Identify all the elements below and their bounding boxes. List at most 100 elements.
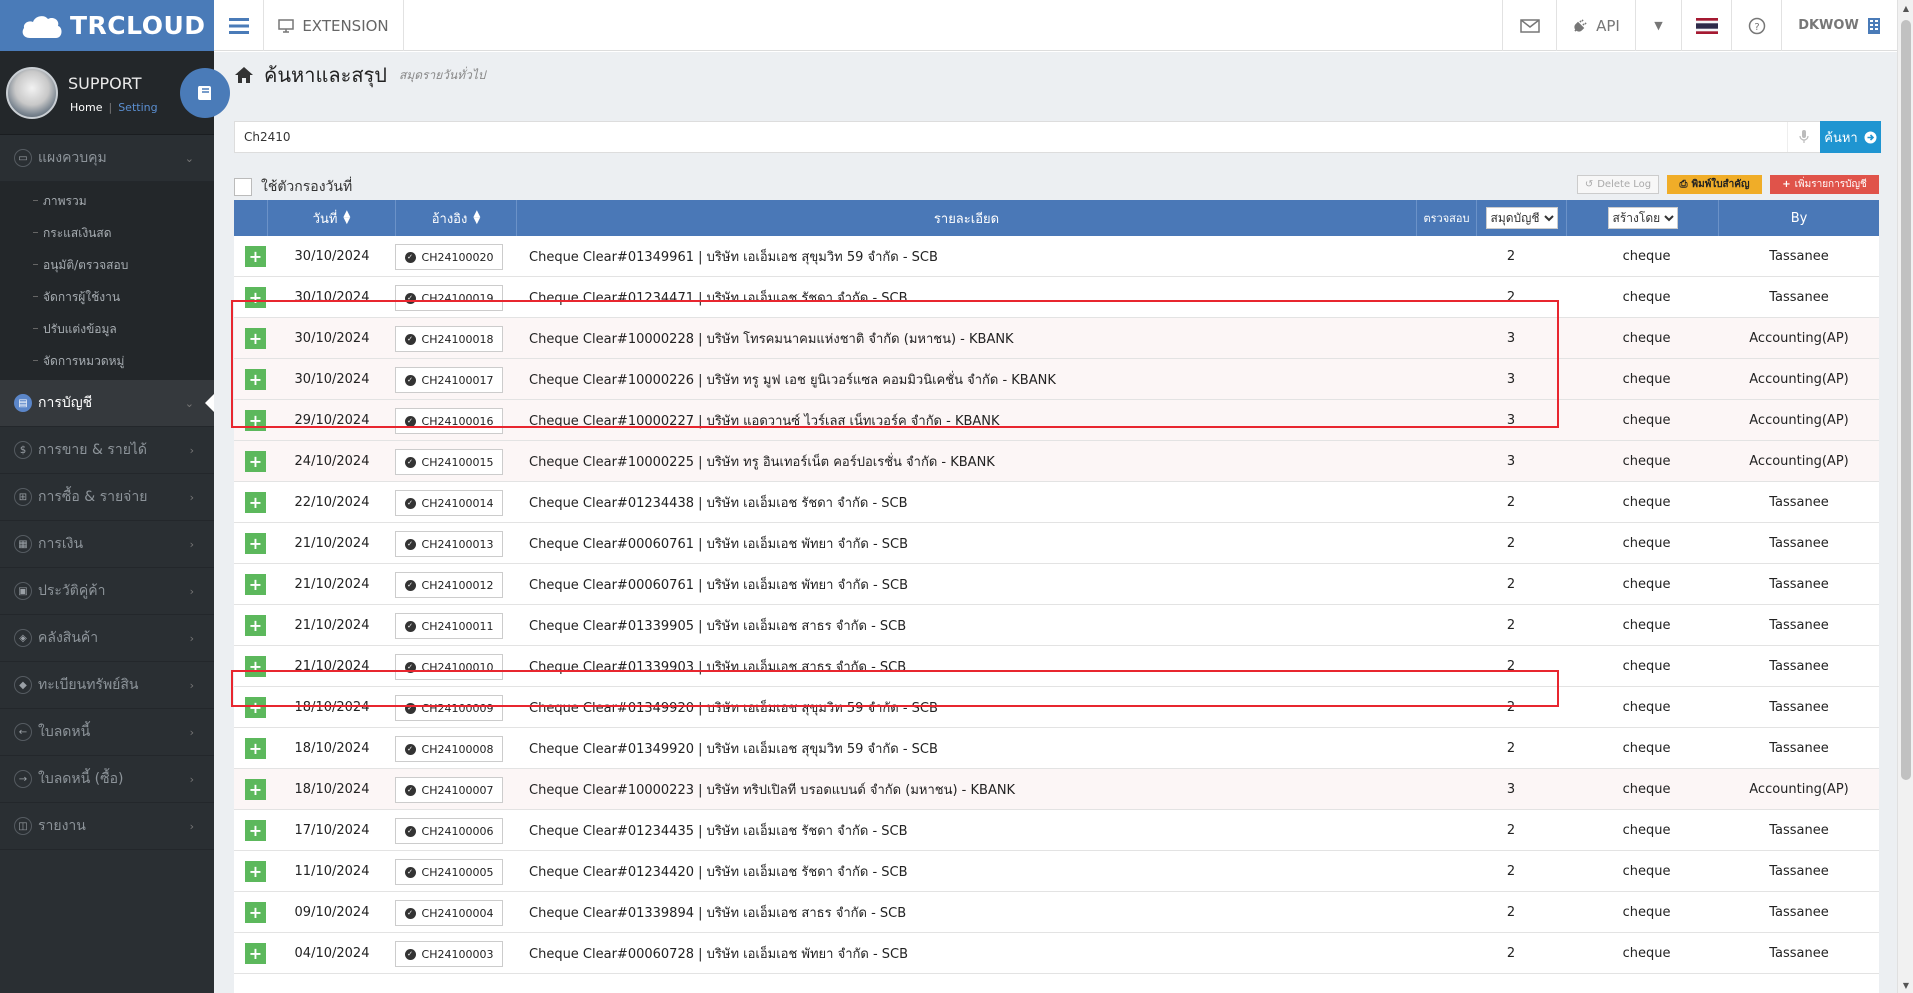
caret-down-icon: ▼ [1654,19,1663,32]
sidebar-item-accounting[interactable]: ▤ การบัญชี ⌄ [0,380,214,427]
row-ref-button[interactable]: ✓ CH24100006 [395,818,503,844]
row-ref-button[interactable]: ✓ CH24100010 [395,654,503,680]
help-button[interactable]: ? [1731,0,1781,51]
expand-row-button[interactable]: + [245,328,266,349]
sidebar-item-finance[interactable]: ▦ การเงิน › [0,521,214,568]
submenu-categories[interactable]: จัดการหมวดหมู่ [0,345,214,377]
creator-filter-select[interactable]: สร้างโดย [1607,207,1678,229]
extension-button[interactable]: EXTENSION [264,0,404,51]
row-ref-button[interactable]: ✓ CH24100014 [395,490,503,516]
row-detail: Cheque Clear#01234471 | บริษัท เอเอ็มเอช… [529,291,908,306]
microphone-button[interactable] [1787,122,1820,152]
date-filter-checkbox[interactable] [234,178,252,196]
api-label: API [1596,16,1620,35]
row-book-number: 2 [1506,905,1516,920]
expand-row-button[interactable]: + [245,656,266,677]
menu-toggle-button[interactable] [214,0,264,51]
company-button[interactable]: DKWOW [1781,0,1897,51]
row-user: Tassanee [1769,495,1829,510]
row-ref-button[interactable]: ✓ CH24100015 [395,449,503,475]
row-ref-button[interactable]: ✓ CH24100013 [395,531,503,557]
sidebar-item-contacts[interactable]: ▣ ประวัติคู่ค้า › [0,568,214,615]
submenu-users[interactable]: จัดการผู้ใช้งาน [0,281,214,313]
expand-row-button[interactable]: + [245,287,266,308]
chevron-right-icon: › [189,631,194,645]
sidebar-item-credit-note-purchase[interactable]: → ใบลดหนี้ (ซื้อ) › [0,756,214,803]
expand-row-button[interactable]: + [245,574,266,595]
journal-book-button[interactable] [180,68,230,118]
expand-row-button[interactable]: + [245,943,266,964]
row-detail: Cheque Clear#10000227 | บริษัท แอดวานซ์ … [529,414,1000,429]
scroll-down-icon[interactable]: ▼ [1898,977,1913,993]
scroll-up-icon[interactable]: ▲ [1898,0,1913,16]
row-created-by: cheque [1622,864,1671,879]
row-ref-button[interactable]: ✓ CH24100004 [395,900,503,926]
row-created-by: cheque [1622,618,1671,633]
expand-row-button[interactable]: + [245,369,266,390]
row-ref-button[interactable]: ✓ CH24100012 [395,572,503,598]
row-created-by: cheque [1622,454,1671,469]
header-date[interactable]: วันที่ ▲ ▼ [268,200,396,236]
row-ref-label: CH24100008 [421,742,494,756]
expand-row-button[interactable]: + [245,861,266,882]
sidebar-item-dashboard[interactable]: ▭ แผงควบคุม ⌄ [0,135,214,182]
search-input[interactable] [235,122,1787,152]
print-voucher-button[interactable]: ⎙ พิมพ์ใบสำคัญ [1667,175,1762,194]
expand-row-button[interactable]: + [245,902,266,923]
sidebar-item-assets[interactable]: ◆ ทะเบียนทรัพย์สิน › [0,662,214,709]
setting-link[interactable]: Setting [118,101,157,114]
add-journal-button[interactable]: + เพิ่มรายการบัญชี [1770,175,1879,194]
avatar[interactable] [6,67,58,119]
brand-logo[interactable]: TRCLOUD [0,0,214,51]
row-ref-button[interactable]: ✓ CH24100016 [395,408,503,434]
sidebar-item-inventory[interactable]: ◈ คลังสินค้า › [0,615,214,662]
row-ref-button[interactable]: ✓ CH24100020 [395,244,503,270]
language-button[interactable] [1681,0,1731,51]
submenu-settings[interactable]: ปรับแต่งข้อมูล [0,313,214,345]
expand-row-button[interactable]: + [245,533,266,554]
row-detail: Cheque Clear#00060761 | บริษัท เอเอ็มเอช… [529,537,909,552]
expand-row-button[interactable]: + [245,451,266,472]
row-ref-button[interactable]: ✓ CH24100017 [395,367,503,393]
submenu-overview[interactable]: ภาพรวม [0,185,214,217]
sidebar-item-purchase[interactable]: ⊞ การซื้อ & รายจ่าย › [0,474,214,521]
mail-button[interactable] [1502,0,1556,51]
expand-row-button[interactable]: + [245,492,266,513]
submenu-cashflow[interactable]: กระแสเงินสด [0,217,214,249]
scrollbar-thumb[interactable] [1901,20,1911,780]
search-button[interactable]: ค้นหา [1820,121,1881,153]
dropdown-button[interactable]: ▼ [1635,0,1681,51]
sidebar-item-sales[interactable]: $ การขาย & รายได้ › [0,427,214,474]
home-link[interactable]: Home [70,101,102,114]
expand-row-button[interactable]: + [245,779,266,800]
expand-row-button[interactable]: + [245,246,266,267]
row-ref-button[interactable]: ✓ CH24100007 [395,777,503,803]
row-date: 29/10/2024 [294,413,370,428]
api-button[interactable]: API [1556,0,1635,51]
row-ref-button[interactable]: ✓ CH24100008 [395,736,503,762]
header-ref[interactable]: อ้างอิง ▲ ▼ [396,200,517,236]
sidebar-item-credit-note[interactable]: ← ใบลดหนี้ › [0,709,214,756]
expand-row-button[interactable]: + [245,738,266,759]
row-ref-button[interactable]: ✓ CH24100011 [395,613,503,639]
row-ref-button[interactable]: ✓ CH24100018 [395,326,503,352]
header-expand [234,200,268,236]
vertical-scrollbar[interactable]: ▲ ▼ [1897,0,1913,993]
expand-row-button[interactable]: + [245,615,266,636]
expand-row-button[interactable]: + [245,410,266,431]
row-ref-button[interactable]: ✓ CH24100003 [395,941,503,967]
home-icon[interactable] [234,66,254,84]
delete-log-button[interactable]: ↺ Delete Log [1577,175,1659,194]
submenu-approve[interactable]: อนุมัติ/ตรวจสอบ [0,249,214,281]
book-filter-select[interactable]: สมุดบัญชี [1485,207,1558,229]
expand-row-button[interactable]: + [245,697,266,718]
row-ref-button[interactable]: ✓ CH24100009 [395,695,503,721]
row-ref-button[interactable]: ✓ CH24100019 [395,285,503,311]
expand-row-button[interactable]: + [245,820,266,841]
row-detail: Cheque Clear#01339905 | บริษัท เอเอ็มเอช… [529,619,907,634]
row-detail: Cheque Clear#01234438 | บริษัท เอเอ็มเอช… [529,496,908,511]
row-ref-button[interactable]: ✓ CH24100005 [395,859,503,885]
calendar-icon: ▦ [14,535,32,553]
chevron-down-icon: ⌄ [184,396,194,410]
sidebar-item-report[interactable]: ◫ รายงาน › [0,803,214,850]
